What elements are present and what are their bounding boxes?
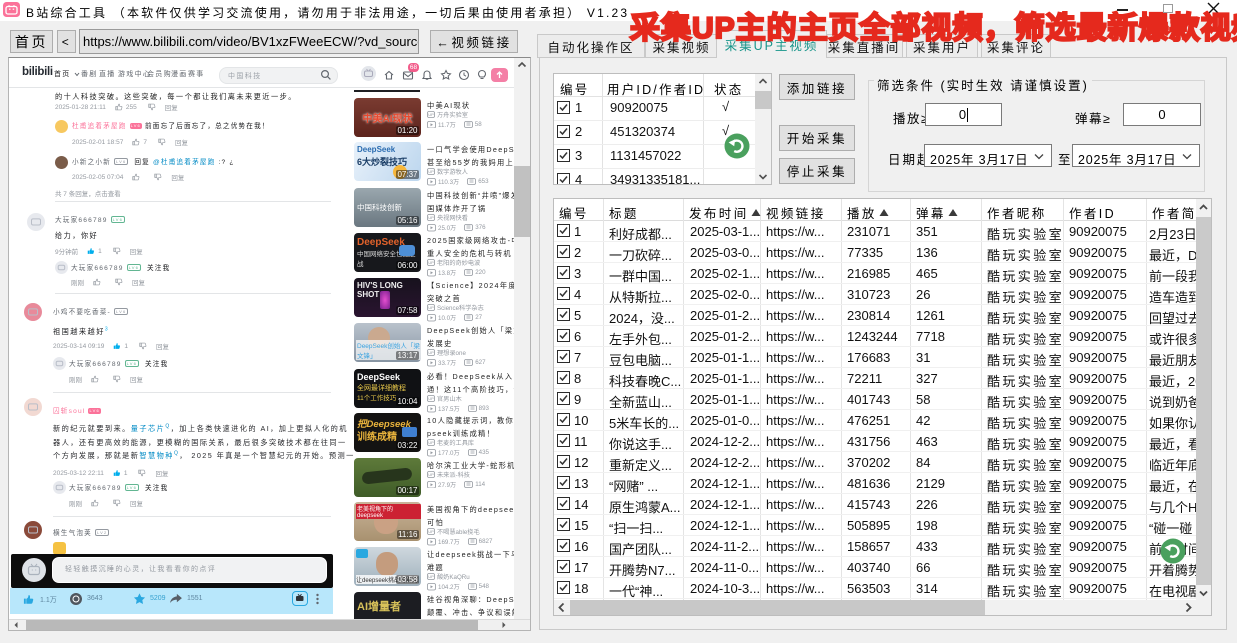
- svg-text:UP: UP: [428, 440, 434, 445]
- svg-text:UP: UP: [428, 169, 434, 174]
- svg-text:UP: UP: [428, 260, 434, 265]
- svg-text:UP: UP: [428, 574, 434, 579]
- svg-text:UP: UP: [428, 112, 434, 117]
- svg-text:UP: UP: [428, 215, 434, 220]
- svg-text:UP: UP: [428, 472, 434, 477]
- svg-text:UP: UP: [428, 396, 434, 401]
- svg-text:UP: UP: [428, 350, 434, 355]
- svg-text:UP: UP: [428, 529, 434, 534]
- svg-text:UP: UP: [428, 305, 434, 310]
